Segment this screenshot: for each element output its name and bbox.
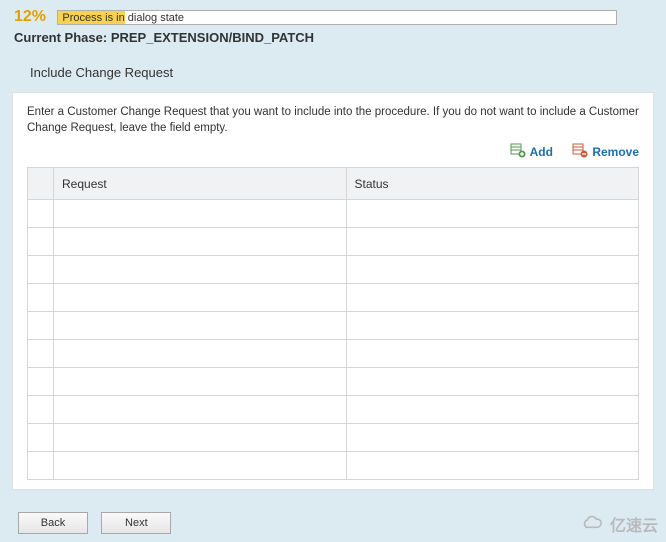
instruction-text: Enter a Customer Change Request that you… (27, 105, 639, 136)
row-selector-cell[interactable] (28, 396, 54, 424)
table-row[interactable] (28, 396, 639, 424)
table-row[interactable] (28, 256, 639, 284)
add-row-icon (510, 142, 526, 161)
row-selector-cell[interactable] (28, 340, 54, 368)
table-row[interactable] (28, 284, 639, 312)
row-selector-cell[interactable] (28, 312, 54, 340)
table-row[interactable] (28, 312, 639, 340)
status-cell (346, 284, 639, 312)
status-cell (346, 228, 639, 256)
back-button[interactable]: Back (18, 512, 88, 534)
cloud-icon (580, 515, 606, 533)
phase-label: Current Phase: (14, 30, 107, 45)
row-selector-cell[interactable] (28, 452, 54, 480)
row-selector-cell[interactable] (28, 424, 54, 452)
table-row[interactable] (28, 340, 639, 368)
status-cell (346, 368, 639, 396)
status-column-header: Status (346, 168, 639, 200)
selector-column-header (28, 168, 54, 200)
row-selector-cell[interactable] (28, 368, 54, 396)
header-bar: 12% Process is in dialog state Current P… (0, 0, 666, 51)
request-cell[interactable] (54, 368, 347, 396)
status-cell (346, 452, 639, 480)
watermark: 亿速云 (580, 512, 658, 536)
table-row[interactable] (28, 368, 639, 396)
table-row[interactable] (28, 200, 639, 228)
add-button-label: Add (530, 145, 553, 159)
next-button[interactable]: Next (101, 512, 171, 534)
current-phase: Current Phase: PREP_EXTENSION/BIND_PATCH (14, 30, 652, 45)
request-cell[interactable] (54, 424, 347, 452)
add-button[interactable]: Add (510, 142, 553, 161)
phase-value: PREP_EXTENSION/BIND_PATCH (111, 30, 314, 45)
progress-text: Process is in dialog state (62, 12, 184, 24)
remove-row-icon (572, 142, 588, 161)
status-cell (346, 200, 639, 228)
request-cell[interactable] (54, 312, 347, 340)
row-selector-cell[interactable] (28, 284, 54, 312)
table-row[interactable] (28, 424, 639, 452)
request-cell[interactable] (54, 200, 347, 228)
row-selector-cell[interactable] (28, 256, 54, 284)
request-cell[interactable] (54, 340, 347, 368)
page-title: Include Change Request (30, 65, 666, 80)
remove-button[interactable]: Remove (572, 142, 639, 161)
footer-bar: Back Next (0, 504, 666, 542)
change-request-table: Request Status (27, 167, 639, 480)
watermark-text: 亿速云 (610, 512, 658, 536)
progress-bar: Process is in dialog state (57, 10, 617, 25)
status-cell (346, 340, 639, 368)
request-cell[interactable] (54, 452, 347, 480)
request-cell[interactable] (54, 228, 347, 256)
remove-button-label: Remove (592, 145, 639, 159)
status-cell (346, 396, 639, 424)
request-cell[interactable] (54, 284, 347, 312)
table-row[interactable] (28, 228, 639, 256)
request-column-header: Request (54, 168, 347, 200)
request-cell[interactable] (54, 256, 347, 284)
table-row[interactable] (28, 452, 639, 480)
status-cell (346, 256, 639, 284)
status-cell (346, 424, 639, 452)
row-selector-cell[interactable] (28, 200, 54, 228)
table-toolbar: Add Remove (27, 142, 639, 161)
row-selector-cell[interactable] (28, 228, 54, 256)
main-panel: Enter a Customer Change Request that you… (12, 92, 654, 490)
progress-percent: 12% (14, 8, 46, 26)
table-header-row: Request Status (28, 168, 639, 200)
status-cell (346, 312, 639, 340)
request-cell[interactable] (54, 396, 347, 424)
